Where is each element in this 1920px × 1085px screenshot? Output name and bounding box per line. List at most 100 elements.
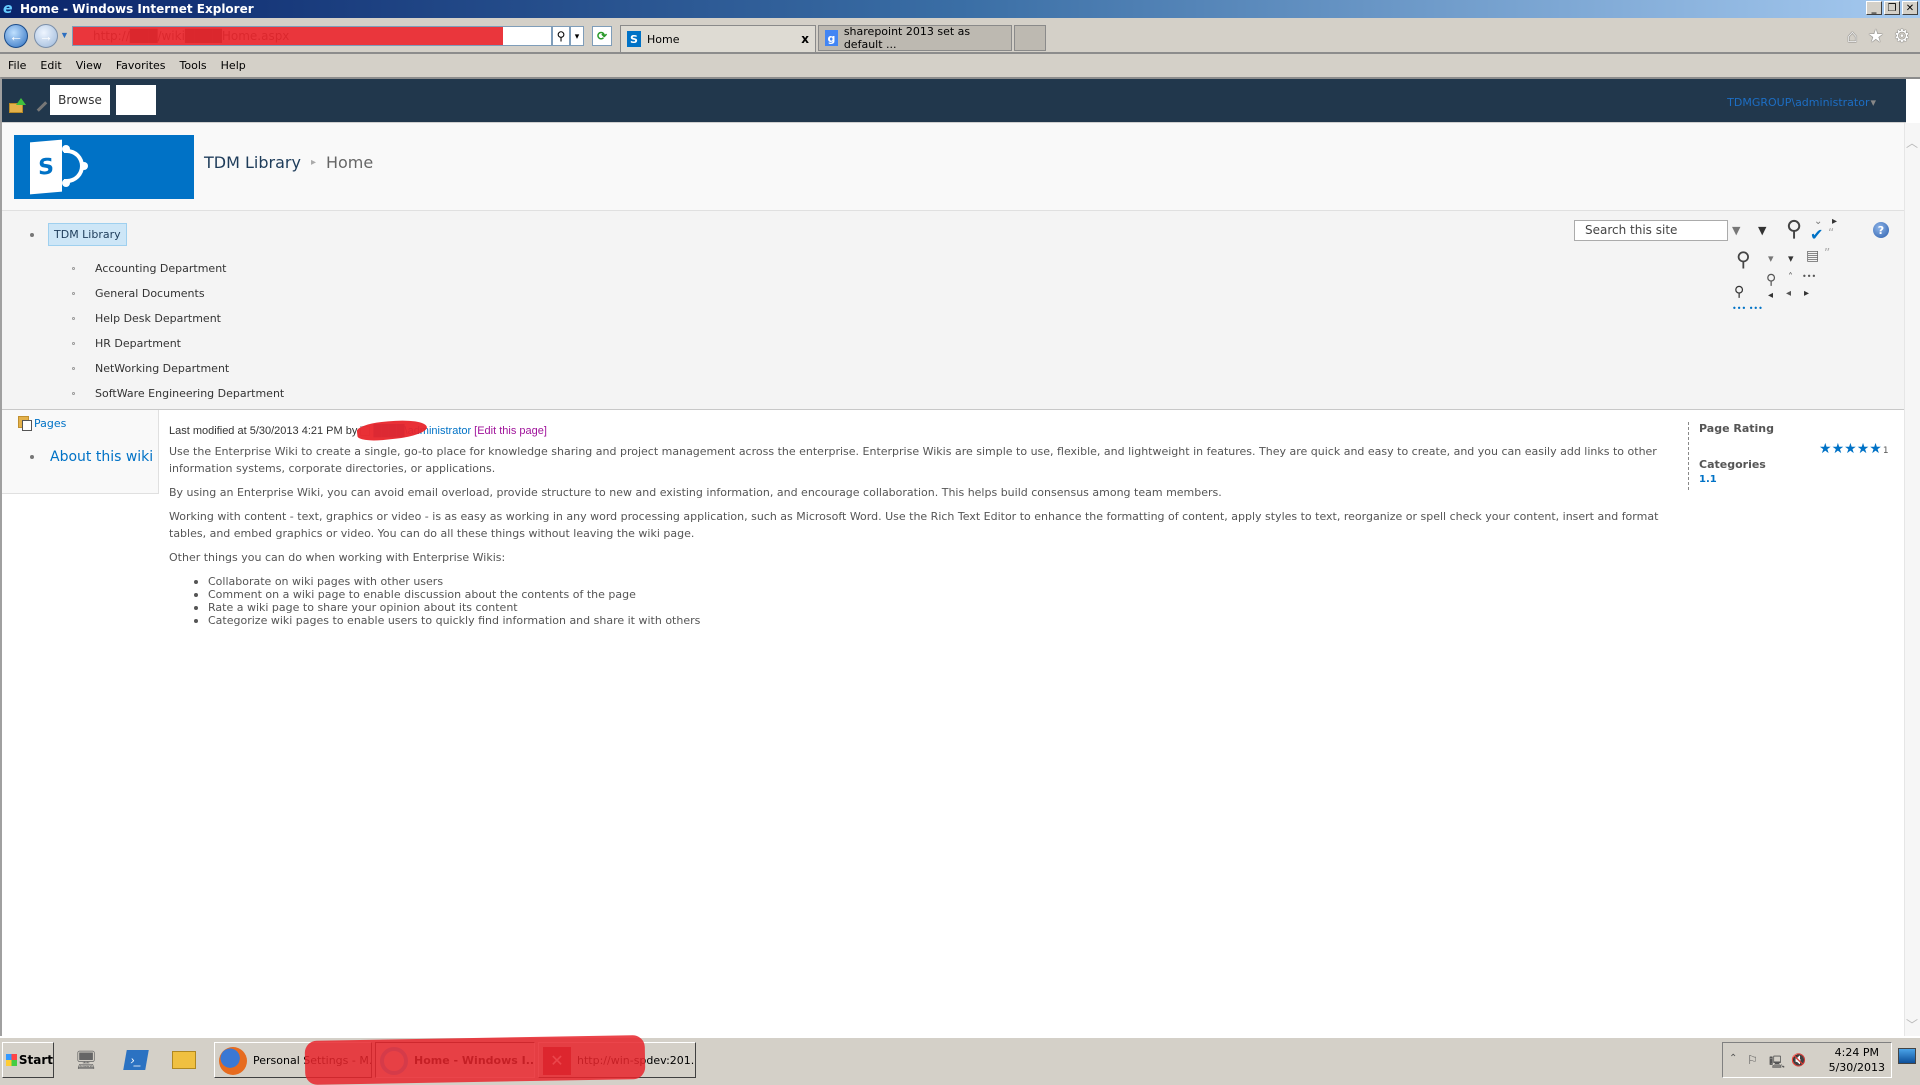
tools-gear-icon[interactable]: ⚙: [1894, 26, 1910, 47]
about-wiki-link[interactable]: About this wiki: [50, 449, 153, 465]
nav-item-tdm-library[interactable]: TDM Library: [48, 223, 127, 246]
breadcrumb-site-link[interactable]: TDM Library: [204, 153, 301, 172]
help-icon[interactable]: ?: [1873, 222, 1889, 238]
sharepoint-logo[interactable]: S: [14, 135, 194, 199]
dropdown-arrow-icon[interactable]: ▼: [1732, 225, 1740, 236]
sharepoint-ribbon: Browse Page TDMGROUP\administrator: [2, 79, 1906, 123]
author-link[interactable]: ████\administrator: [356, 417, 471, 443]
logo-letter: S: [30, 139, 62, 195]
recent-pages-dropdown-icon[interactable]: ▼: [60, 30, 69, 40]
bullet: [194, 618, 198, 623]
list-item: Rate a wiki page to share your opinion a…: [194, 601, 1679, 614]
edit-page-link[interactable]: [Edit this page]: [474, 425, 547, 437]
arrow-right-icon: ▸: [1804, 288, 1810, 299]
navigate-up-folder-icon[interactable]: [9, 98, 26, 113]
scroll-down-icon[interactable]: ﹀: [1906, 1019, 1918, 1031]
address-dropdown-icon[interactable]: ▾: [570, 26, 584, 46]
show-hidden-icons-icon[interactable]: ⌃: [1729, 1053, 1737, 1064]
ribbon-tab-page[interactable]: Page: [116, 85, 156, 115]
bullet: [72, 267, 75, 270]
tab-sharepoint-search[interactable]: g sharepoint 2013 set as default ...: [818, 25, 1012, 51]
clock-date: 5/30/2013: [1828, 1061, 1885, 1074]
menu-help[interactable]: Help: [221, 59, 246, 72]
network-icon[interactable]: 🖳: [1769, 1053, 1785, 1074]
list-item-text: Comment on a wiki page to enable discuss…: [208, 588, 636, 601]
bullet: [30, 455, 34, 459]
search-magnifier-icon[interactable]: ⚲: [1786, 219, 1802, 241]
edit-pencil-icon[interactable]: [36, 101, 48, 112]
close-button[interactable]: ✕: [1902, 1, 1918, 15]
wiki-article: Last modified at 5/30/2013 4:21 PM by ██…: [169, 417, 1679, 627]
breadcrumb-separator-icon: ▸: [310, 157, 316, 168]
action-center-flag-icon[interactable]: ⚐: [1747, 1053, 1758, 1067]
nav-item-label[interactable]: Accounting Department: [95, 262, 226, 275]
server-manager-icon[interactable]: 🖥: [72, 1046, 100, 1074]
star-icon[interactable]: ★: [1857, 441, 1870, 455]
firefox-icon: [219, 1047, 247, 1075]
explorer-icon[interactable]: [170, 1046, 198, 1074]
show-desktop-icon[interactable]: [1898, 1048, 1916, 1064]
nav-item[interactable]: HR Department: [72, 331, 284, 356]
category-link[interactable]: 1.1: [1699, 474, 1717, 485]
pages-link[interactable]: Pages: [18, 416, 66, 431]
menu-view[interactable]: View: [76, 59, 102, 72]
forward-button[interactable]: →: [34, 24, 58, 48]
powershell-icon[interactable]: ›_: [122, 1046, 150, 1074]
nav-item-label[interactable]: NetWorking Department: [95, 362, 229, 375]
logo-dot: [62, 145, 70, 153]
menu-favorites[interactable]: Favorites: [116, 59, 166, 72]
favorites-star-icon[interactable]: ★: [1868, 26, 1884, 47]
refresh-icon[interactable]: ⟳: [592, 26, 612, 46]
search-magnifier-icon: ⚲: [1736, 247, 1751, 271]
back-button[interactable]: ←: [4, 24, 28, 48]
list-item: Collaborate on wiki pages with other use…: [194, 575, 1679, 588]
dropdown-arrow-icon[interactable]: ▼: [1758, 225, 1766, 236]
scroll-up-icon[interactable]: ︿: [1906, 137, 1918, 149]
checkmark-icon: ✔: [1810, 225, 1824, 244]
menu-bar: File Edit View Favorites Tools Help: [0, 52, 1920, 76]
ribbon-tab-browse[interactable]: Browse: [50, 85, 110, 115]
address-input[interactable]: http://███/wiki████Home.aspx: [72, 26, 552, 46]
start-button[interactable]: Start: [2, 1042, 54, 1078]
restore-button[interactable]: ❐: [1884, 1, 1900, 15]
search-icon[interactable]: ⚲: [552, 26, 570, 46]
clock[interactable]: 4:24 PM 5/30/2013: [1829, 1045, 1885, 1075]
windows-taskbar: Start 🖥 ›_ Personal Settings - M... Home…: [0, 1035, 1920, 1085]
nav-item[interactable]: General Documents: [72, 281, 284, 306]
redaction-mark: [356, 417, 429, 443]
nav-item[interactable]: Help Desk Department: [72, 306, 284, 331]
redaction-mark: [304, 1035, 646, 1085]
windows-flag-icon: [6, 1054, 17, 1066]
article-bullet-list: Collaborate on wiki pages with other use…: [194, 575, 1679, 627]
nav-item[interactable]: NetWorking Department: [72, 356, 284, 381]
close-tab-icon[interactable]: x: [801, 32, 809, 46]
star-icon[interactable]: ★: [1819, 441, 1832, 455]
nav-item[interactable]: Accounting Department: [72, 256, 284, 281]
new-tab-button[interactable]: [1014, 25, 1046, 51]
volume-muted-icon[interactable]: 🔇: [1791, 1053, 1806, 1067]
star-icon[interactable]: ★: [1844, 441, 1857, 455]
tab-home[interactable]: S Home x: [620, 25, 816, 52]
home-icon[interactable]: ⌂: [1847, 26, 1858, 47]
nav-item-label[interactable]: Help Desk Department: [95, 312, 221, 325]
menu-file[interactable]: File: [8, 59, 26, 72]
list-item-text: Collaborate on wiki pages with other use…: [208, 575, 444, 588]
user-menu[interactable]: TDMGROUP\administrator: [1727, 96, 1876, 109]
minimize-button[interactable]: _: [1866, 1, 1882, 15]
nav-item-label[interactable]: SoftWare Engineering Department: [95, 387, 284, 400]
sharepoint-page: S TDM Library ▸ Home TDM Library Account…: [2, 123, 1904, 1036]
star-rating[interactable]: ★ ★ ★ ★ ★ 1: [1819, 441, 1889, 456]
search-input[interactable]: Search this site: [1574, 220, 1728, 241]
nav-item-label[interactable]: HR Department: [95, 337, 181, 350]
star-icon[interactable]: ★: [1832, 441, 1845, 455]
menu-edit[interactable]: Edit: [40, 59, 61, 72]
nav-item-label[interactable]: General Documents: [95, 287, 205, 300]
nav-item[interactable]: SoftWare Engineering Department: [72, 381, 284, 406]
vertical-scrollbar[interactable]: ︿ ﹀: [1904, 123, 1920, 1036]
nav-root: TDM Library: [30, 223, 127, 246]
open-quote-icon: “: [1828, 226, 1835, 240]
star-icon[interactable]: ★: [1869, 441, 1882, 455]
menu-tools[interactable]: Tools: [180, 59, 207, 72]
window-title: Home - Windows Internet Explorer: [20, 2, 254, 16]
pages-label[interactable]: Pages: [34, 417, 66, 430]
